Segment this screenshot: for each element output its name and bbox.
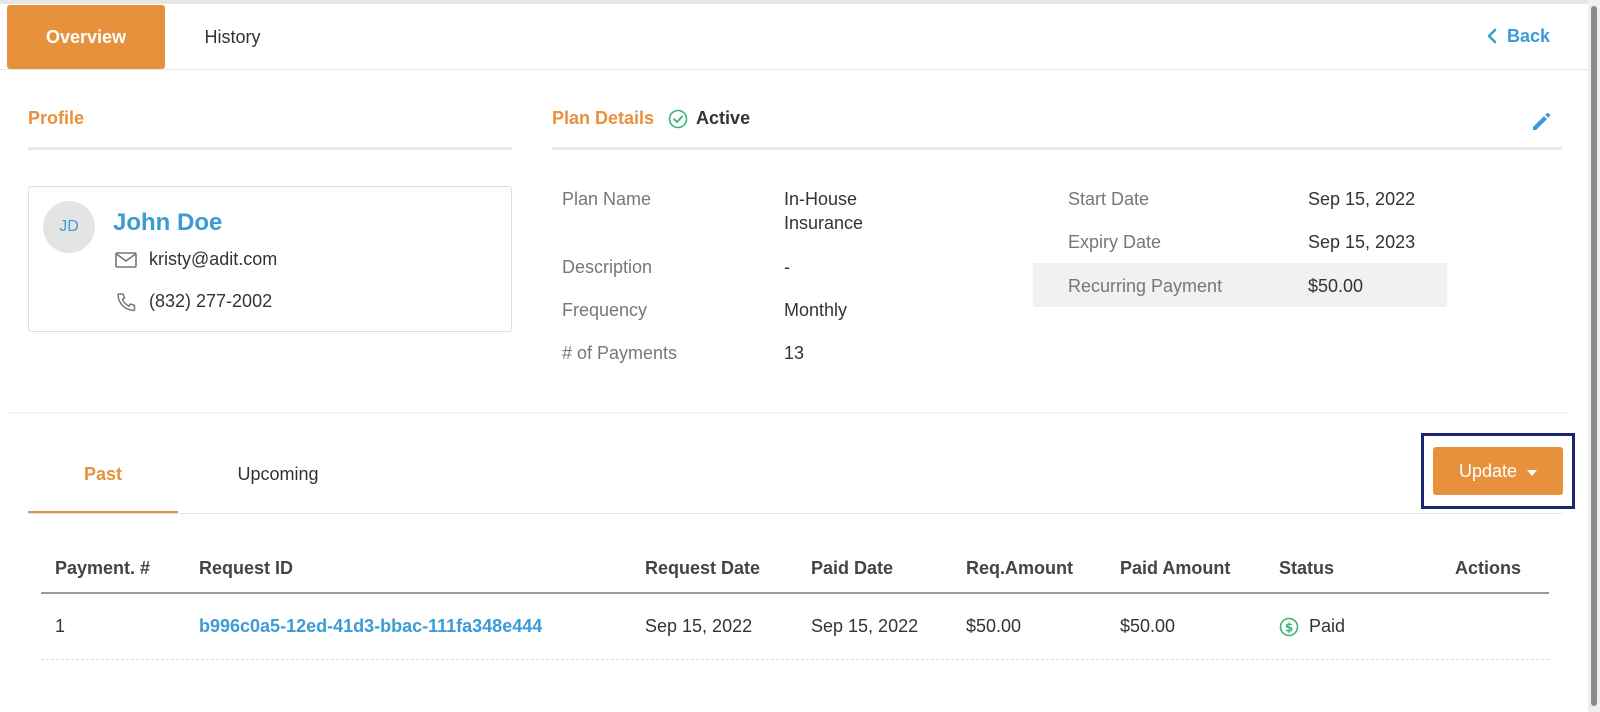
col-paid-amount: Paid Amount (1120, 558, 1231, 578)
email-row: kristy@adit.com (115, 249, 277, 270)
update-button[interactable]: Update (1433, 447, 1563, 495)
avatar: JD (43, 201, 95, 253)
tab-overview[interactable]: Overview (7, 5, 165, 69)
scrollbar-thumb[interactable] (1591, 6, 1597, 706)
profile-card: JD John Doe kristy@adit.com (832) 277-20… (28, 186, 512, 332)
expiry-date-label: Expiry Date (1068, 232, 1162, 252)
profile-title: Profile (28, 108, 85, 128)
plan-header: Plan Details Active (552, 108, 1562, 150)
cell-payment-number: 1 (55, 616, 66, 636)
caret-down-icon (1527, 469, 1538, 476)
plan-title: Plan Details (552, 108, 655, 128)
check-circle-icon (668, 109, 688, 128)
scrollbar[interactable] (1588, 0, 1600, 712)
status-badge: Active (668, 108, 750, 129)
profile-name[interactable]: John Doe (113, 209, 222, 237)
payments-count-value: 13 (784, 343, 805, 363)
description-label: Description (562, 257, 653, 277)
frequency-label: Frequency (562, 300, 648, 320)
expiry-date-value: Sep 15, 2023 (1308, 232, 1416, 252)
mail-icon (115, 251, 137, 268)
dollar-circle-icon: $ (1279, 617, 1299, 636)
email-text: kristy@adit.com (149, 249, 278, 269)
cell-status: $ Paid (1279, 616, 1345, 637)
col-payment-number: Payment. # (55, 558, 151, 578)
status-text: Active (696, 108, 751, 128)
tab-history[interactable]: History (165, 5, 300, 69)
phone-text: (832) 277-2002 (149, 291, 273, 311)
recurring-payment-value: $50.00 (1308, 276, 1364, 296)
tab-past[interactable]: Past (28, 464, 178, 514)
profile-header: Profile (28, 108, 512, 150)
section-divider (7, 412, 1567, 414)
back-link[interactable]: Back (1487, 24, 1550, 48)
table-row: 1 b996c0a5-12ed-41d3-bbac-111fa348e444 S… (41, 594, 1549, 660)
start-date-label: Start Date (1068, 189, 1150, 209)
back-label: Back (1506, 25, 1550, 46)
update-label: Update (1458, 460, 1518, 481)
top-tabs: Overview History Back (0, 4, 1588, 70)
status-label: Paid (1309, 616, 1346, 636)
col-paid-date: Paid Date (811, 558, 894, 578)
tab-upcoming[interactable]: Upcoming (178, 464, 378, 514)
col-status: Status (1279, 558, 1335, 578)
frequency-value: Monthly (784, 300, 848, 320)
description-value: - (784, 257, 790, 277)
page: Overview History Back Profile JD John Do… (0, 4, 1588, 712)
table-header: Payment. # Request ID Request Date Paid … (41, 546, 1549, 594)
payments-count-label: # of Payments (562, 343, 678, 363)
cell-paid-amount: $50.00 (1120, 616, 1176, 636)
svg-text:$: $ (1285, 620, 1293, 634)
update-focus-ring: Update (1421, 433, 1575, 509)
cell-paid-date: Sep 15, 2022 (811, 616, 919, 636)
cell-request-date: Sep 15, 2022 (645, 616, 753, 636)
chevron-left-icon (1487, 28, 1497, 44)
start-date-value: Sep 15, 2022 (1308, 189, 1416, 209)
payments-table: Payment. # Request ID Request Date Paid … (41, 546, 1549, 660)
phone-icon (117, 292, 136, 311)
cell-req-amount: $50.00 (966, 616, 1022, 636)
tabs-underline (28, 513, 1562, 514)
cell-request-id[interactable]: b996c0a5-12ed-41d3-bbac-111fa348e444 (199, 616, 542, 637)
plan-name-label: Plan Name (562, 189, 652, 209)
col-actions: Actions (1455, 558, 1522, 578)
col-request-date: Request Date (645, 558, 761, 578)
pencil-icon[interactable] (1530, 111, 1552, 133)
col-req-amount: Req.Amount (966, 558, 1073, 578)
plan-name-value: In-House Insurance (784, 189, 864, 233)
phone-row: (832) 277-2002 (115, 291, 272, 312)
col-request-id: Request ID (199, 558, 294, 578)
recurring-payment-label: Recurring Payment (1068, 276, 1223, 296)
